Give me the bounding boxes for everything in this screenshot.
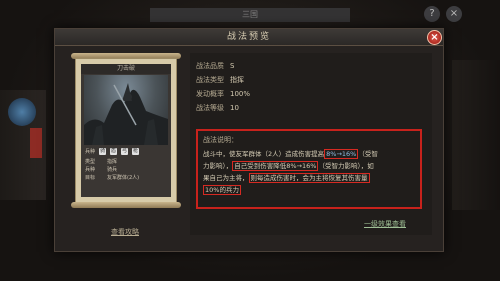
info-key: 发动概率 (196, 90, 224, 98)
close-icon[interactable]: × (446, 6, 462, 22)
card-name: 刀击破 (81, 64, 171, 74)
info-value: 10 (230, 104, 239, 112)
card-row-key: 类型 (85, 159, 96, 165)
red-tag[interactable] (30, 128, 42, 158)
top-title-bar: 三国 (150, 8, 350, 22)
left-side-panel (0, 90, 46, 200)
card-row-value: 友军群体(2人) (107, 175, 140, 181)
card-row-key: 目标 (85, 175, 96, 181)
card-row: 类型 指挥 (85, 158, 169, 166)
desc-text: （受智 (358, 150, 378, 158)
info-value: 100% (230, 90, 251, 98)
description-box: 战法说明： 战斗中，使友军群体（2人）造成伤害提高 8%→16% （受智 力影响），… (196, 129, 422, 209)
card-unit-icons: 兵种 骑 盾 弓 枪 (85, 146, 167, 156)
description-line: 10%的兵力 (203, 184, 415, 196)
cavalry-icon: 骑 (99, 147, 107, 155)
scroll-rod-bottom (71, 202, 181, 208)
info-key: 战法等级 (196, 104, 224, 112)
info-list: 战法品质 S 战法类型 指挥 发动概率 100% 战法等级 10 (196, 59, 426, 115)
info-key: 战法品质 (196, 62, 224, 70)
desc-text: （受智力影响），如 (318, 162, 374, 170)
dialog-close-button[interactable]: × (427, 30, 442, 45)
info-key: 战法类型 (196, 76, 224, 84)
card-attributes: 类型 指挥 兵种 骑兵 目标 友军群体(2人) (85, 158, 169, 182)
dialog-title: 战法预览 (226, 32, 271, 42)
description-title: 战法说明： (203, 136, 238, 144)
card-row: 兵种 骑兵 (85, 166, 169, 174)
card-icons-label: 兵种 (85, 148, 96, 155)
highlight-value: 8%→16% (324, 149, 359, 159)
card-row: 目标 友军群体(2人) (85, 174, 169, 182)
highlight-text: 10%的兵力 (203, 185, 241, 195)
description-text: 战斗中，使友军群体（2人）造成伤害提高 8%→16% （受智 力影响）， 自己受到伤害… (203, 148, 415, 196)
strategy-info-panel: 战法品质 S 战法类型 指挥 发动概率 100% 战法等级 10 战法说明： 战… (190, 53, 432, 235)
desc-text: 果自己为主将， (203, 174, 249, 182)
warrior-illustration (84, 83, 168, 145)
view-strategy-link[interactable]: 查看攻略 (111, 227, 139, 237)
card-row-key: 兵种 (85, 167, 96, 173)
highlight-text: 则每造成伤害时，会为主将恢复其伤害量 (248, 173, 370, 183)
shield-icon: 盾 (110, 147, 118, 155)
level-one-preview-link[interactable]: 一级效果查看 (364, 219, 406, 229)
info-row-type: 战法类型 指挥 (196, 73, 426, 87)
desc-text: 战斗中，使友军群体（2人）造成伤害提高 (203, 150, 325, 158)
info-row-quality: 战法品质 S (196, 59, 426, 73)
info-value: 指挥 (230, 76, 244, 84)
card-row-value: 指挥 (107, 159, 118, 165)
description-line: 战斗中，使友军群体（2人）造成伤害提高 8%→16% （受智 (203, 148, 415, 160)
top-title: 三国 (242, 10, 258, 19)
strategy-card: 刀击破 兵种 骑 盾 弓 枪 类型 指挥 兵种 骑兵 目标 友军群体(2人) (75, 58, 177, 203)
card-artwork (84, 75, 168, 145)
card-row-value: 骑兵 (107, 167, 118, 173)
card-inner: 刀击破 兵种 骑 盾 弓 枪 类型 指挥 兵种 骑兵 目标 友军群体(2人) (81, 64, 171, 197)
highlight-text: 自己受到伤害降低8%→16% (232, 161, 319, 171)
right-side-panel (452, 60, 500, 210)
strategy-preview-dialog: 战法预览 × 刀击破 兵种 骑 盾 弓 枪 类型 指挥 兵种 骑兵 目标 友军群… (54, 28, 444, 252)
spear-icon: 枪 (132, 147, 140, 155)
desc-text: 力影响）， (203, 162, 233, 170)
description-line: 果自己为主将， 则每造成伤害时，会为主将恢复其伤害量 (203, 172, 415, 184)
badge-icon[interactable] (8, 98, 36, 126)
bow-icon: 弓 (121, 147, 129, 155)
info-row-level: 战法等级 10 (196, 101, 426, 115)
info-row-probability: 发动概率 100% (196, 87, 426, 101)
info-value: S (230, 62, 235, 70)
help-icon[interactable]: ? (424, 6, 440, 22)
description-line: 力影响）， 自己受到伤害降低8%→16% （受智力影响），如 (203, 160, 415, 172)
